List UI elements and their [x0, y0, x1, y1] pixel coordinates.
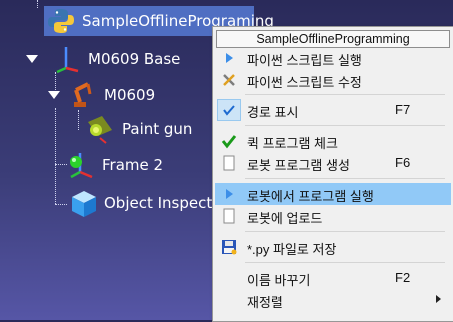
menu-item-generate-program[interactable]: 로봇 프로그램 생성 F6: [215, 152, 451, 174]
edit-icon: [223, 74, 235, 86]
tree-item-m0609-base[interactable]: M0609 Base: [26, 44, 180, 74]
menu-item-label: *.py 파일로 저장: [247, 242, 337, 257]
menu-item-edit-python[interactable]: 파이썬 스크립트 수정: [215, 69, 451, 91]
menu-separator: [245, 125, 445, 126]
expand-arrow-icon[interactable]: [26, 55, 38, 63]
tree-item-label: Paint gun: [122, 120, 193, 138]
menu-shortcut: F7: [395, 102, 411, 117]
menu-separator: [245, 262, 445, 263]
expand-arrow-icon[interactable]: [48, 91, 60, 99]
frame-axes-icon: [56, 47, 79, 74]
menu-separator: [245, 94, 445, 95]
menu-separator: [245, 231, 445, 232]
menu-item-label: 로봇에서 프로그램 실행: [247, 189, 374, 204]
menu-title: SampleOfflineProgramming: [216, 30, 450, 48]
tree-item-object-inspection[interactable]: Object Inspection: [66, 188, 235, 218]
menu-item-label: 로봇에 업로드: [247, 211, 323, 226]
menu-item-upload-to-robot[interactable]: 로봇에 업로드: [215, 205, 451, 227]
tree-item-frame-2[interactable]: Frame 2: [66, 150, 163, 180]
play-icon: [226, 189, 233, 199]
tree-item-label: Frame 2: [102, 156, 164, 174]
tree-line: [37, 0, 38, 8]
document-icon: [223, 208, 235, 224]
menu-item-run-on-robot[interactable]: 로봇에서 프로그램 실행: [215, 183, 451, 205]
tree-line: [55, 108, 56, 204]
tree-line: [78, 110, 79, 130]
submenu-arrow-icon: [436, 295, 441, 303]
menu-item-label: 경로 표시: [247, 105, 299, 120]
menu-shortcut: F2: [395, 270, 411, 285]
save-icon: [222, 240, 237, 255]
tree-item-paint-gun[interactable]: Paint gun: [84, 114, 192, 144]
menu-item-rename[interactable]: 이름 바꾸기 F2: [215, 267, 451, 289]
document-icon: [223, 155, 235, 171]
tree-item-label: M0609: [104, 86, 156, 104]
frame-sphere-icon: [70, 153, 93, 179]
robot-arm-icon: [74, 82, 92, 107]
paint-gun-icon: [88, 116, 112, 144]
tree-item-m0609[interactable]: M0609: [48, 80, 155, 110]
menu-item-run-python[interactable]: 파이썬 스크립트 실행: [215, 47, 451, 69]
menu-item-label: 이름 바꾸기: [247, 273, 311, 288]
menu-item-reorder[interactable]: 재정렬: [215, 289, 451, 311]
play-icon: [226, 53, 233, 63]
menu-item-label: 재정렬: [247, 295, 283, 310]
menu-item-label: 파이썬 스크립트 수정: [247, 75, 362, 90]
menu-item-show-path[interactable]: 경로 표시 F7: [215, 99, 451, 121]
menu-item-label: 퀵 프로그램 체크: [247, 136, 338, 151]
menu-separator: [245, 178, 445, 179]
context-menu: SampleOfflineProgramming 파이썬 스크립트 실행 파이썬…: [212, 26, 453, 322]
menu-item-save-py[interactable]: *.py 파일로 저장: [215, 236, 451, 258]
green-check-icon: [221, 135, 237, 149]
python-icon: [48, 9, 74, 33]
menu-shortcut: F6: [395, 155, 411, 170]
object-cube-icon: [72, 191, 96, 217]
menu-item-label: 파이썬 스크립트 실행: [247, 53, 362, 68]
check-icon: [223, 105, 235, 116]
menu-item-quick-check[interactable]: 퀵 프로그램 체크: [215, 130, 451, 152]
tree-item-label: M0609 Base: [88, 50, 181, 68]
menu-item-label: 로봇 프로그램 생성: [247, 158, 350, 173]
